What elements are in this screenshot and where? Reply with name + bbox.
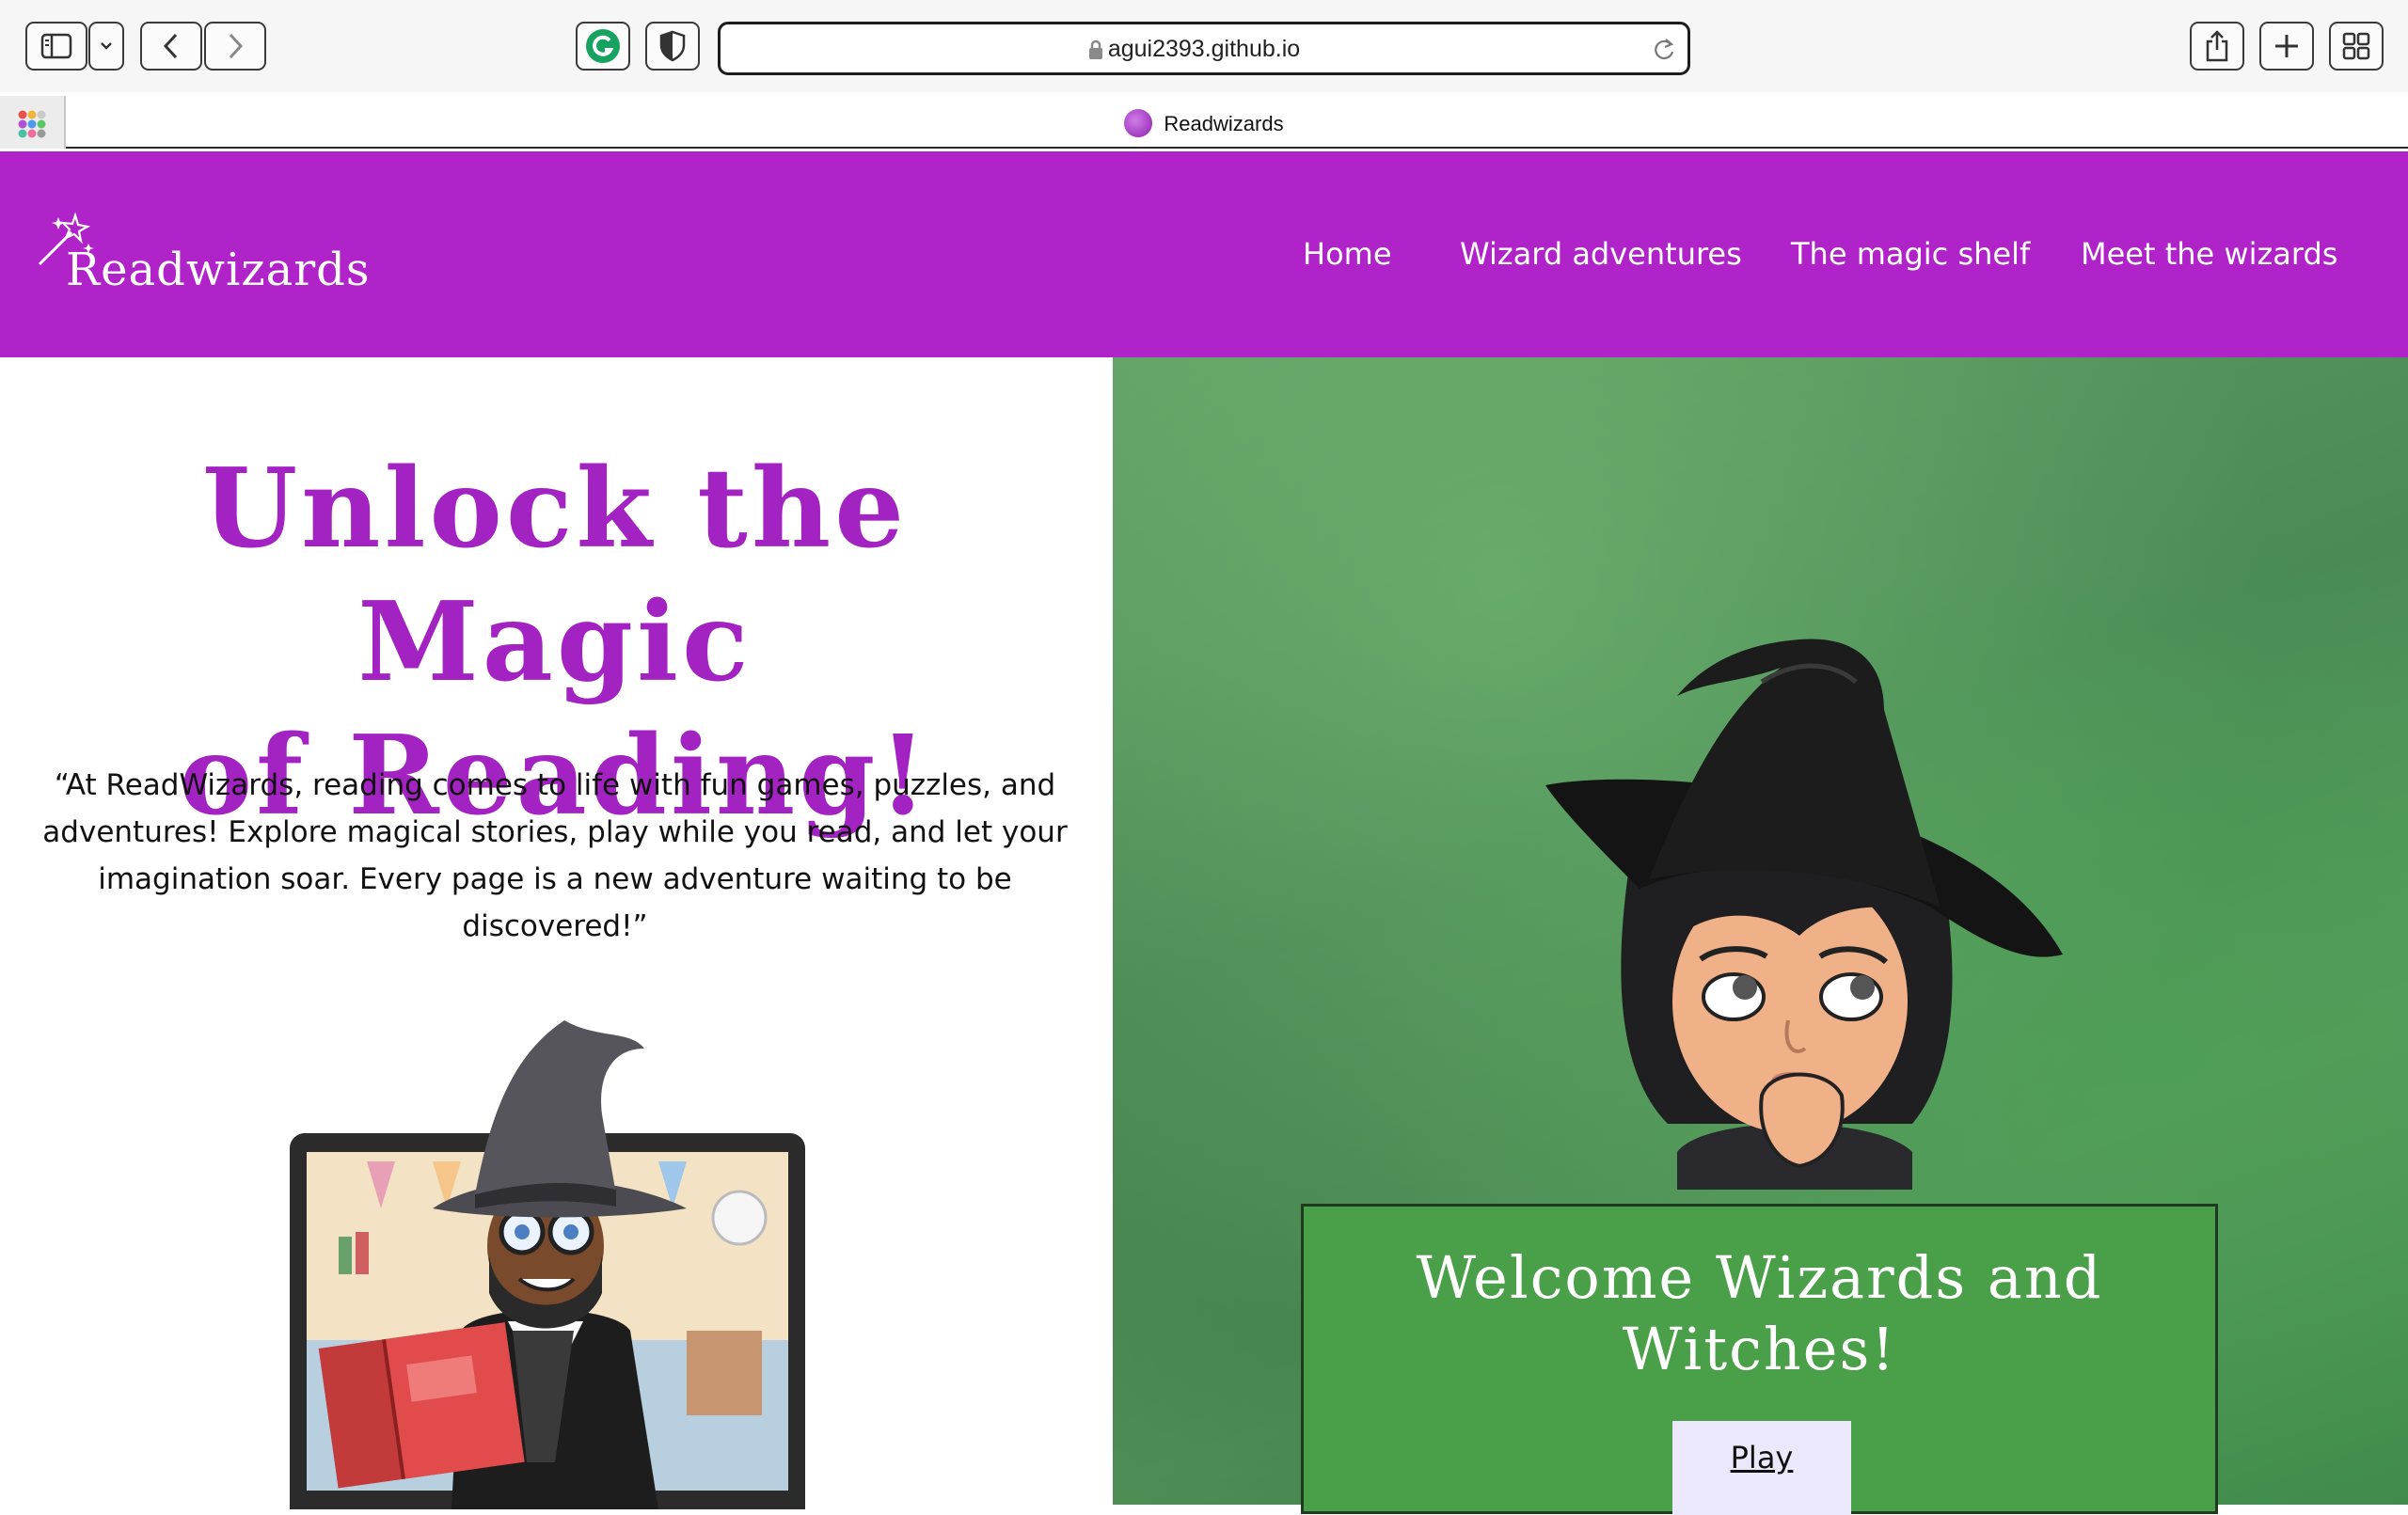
nav-meet-wizards[interactable]: Meet the wizards (2081, 236, 2337, 272)
nav-magic-shelf[interactable]: The magic shelf (1791, 236, 2030, 272)
site-logo[interactable]: Readwizards (66, 244, 371, 296)
chevron-down-icon (99, 40, 114, 52)
grammarly-extension-button[interactable] (576, 22, 630, 71)
grammarly-icon (584, 27, 622, 65)
forward-icon (226, 32, 245, 60)
play-button[interactable]: Play (1672, 1421, 1851, 1515)
tab-menu-button[interactable] (88, 22, 124, 71)
privacy-extension-button[interactable] (645, 22, 700, 71)
site-header: Readwizards Home Wizard adventures The m… (0, 151, 2408, 357)
new-tab-button[interactable] (2259, 22, 2314, 71)
sidebar-toggle-button[interactable] (25, 22, 87, 71)
favicon-icon (1124, 109, 1153, 137)
address-bar[interactable]: agui2393.github.io (718, 22, 1690, 75)
shield-icon (658, 30, 687, 62)
hero-right-panel: Welcome Wizards and Witches! Play (1113, 357, 2408, 1515)
back-button[interactable] (140, 22, 202, 71)
welcome-heading-line-1: Welcome Wizards and (1416, 1243, 2103, 1312)
nav-home[interactable]: Home (1303, 236, 1392, 272)
forward-button[interactable] (204, 22, 266, 71)
sidebar-icon (40, 33, 72, 59)
share-button[interactable] (2190, 22, 2244, 71)
wizard-reading-laptop-image (273, 1020, 837, 1515)
nav-wizard-adventures[interactable]: Wizard adventures (1460, 236, 1742, 272)
hero-left-panel: Unlock the Magic of Reading! “At ReadWiz… (0, 357, 1113, 1515)
share-icon (2204, 29, 2230, 63)
new-tab-icon (2273, 32, 2301, 60)
browser-toolbar: agui2393.github.io (0, 0, 2408, 92)
witch-thinking-image (1517, 625, 2082, 1193)
tab-overview-button[interactable] (2329, 22, 2384, 71)
tab-title: Readwizards (1164, 111, 1284, 135)
welcome-heading-line-2: Witches! (1622, 1315, 1897, 1383)
url-text: agui2393.github.io (1107, 36, 1301, 62)
hero-title-line-1: Unlock the Magic (201, 445, 909, 706)
welcome-heading: Welcome Wizards and Witches! (1323, 1242, 2196, 1385)
back-icon (162, 32, 181, 60)
hero-quote: “At ReadWizards, reading comes to life w… (42, 768, 1068, 943)
reload-icon[interactable] (1652, 37, 1676, 67)
welcome-card: Welcome Wizards and Witches! Play (1301, 1204, 2218, 1515)
active-tab[interactable]: Readwizards (0, 109, 2408, 139)
tab-overview-icon (2341, 31, 2371, 61)
